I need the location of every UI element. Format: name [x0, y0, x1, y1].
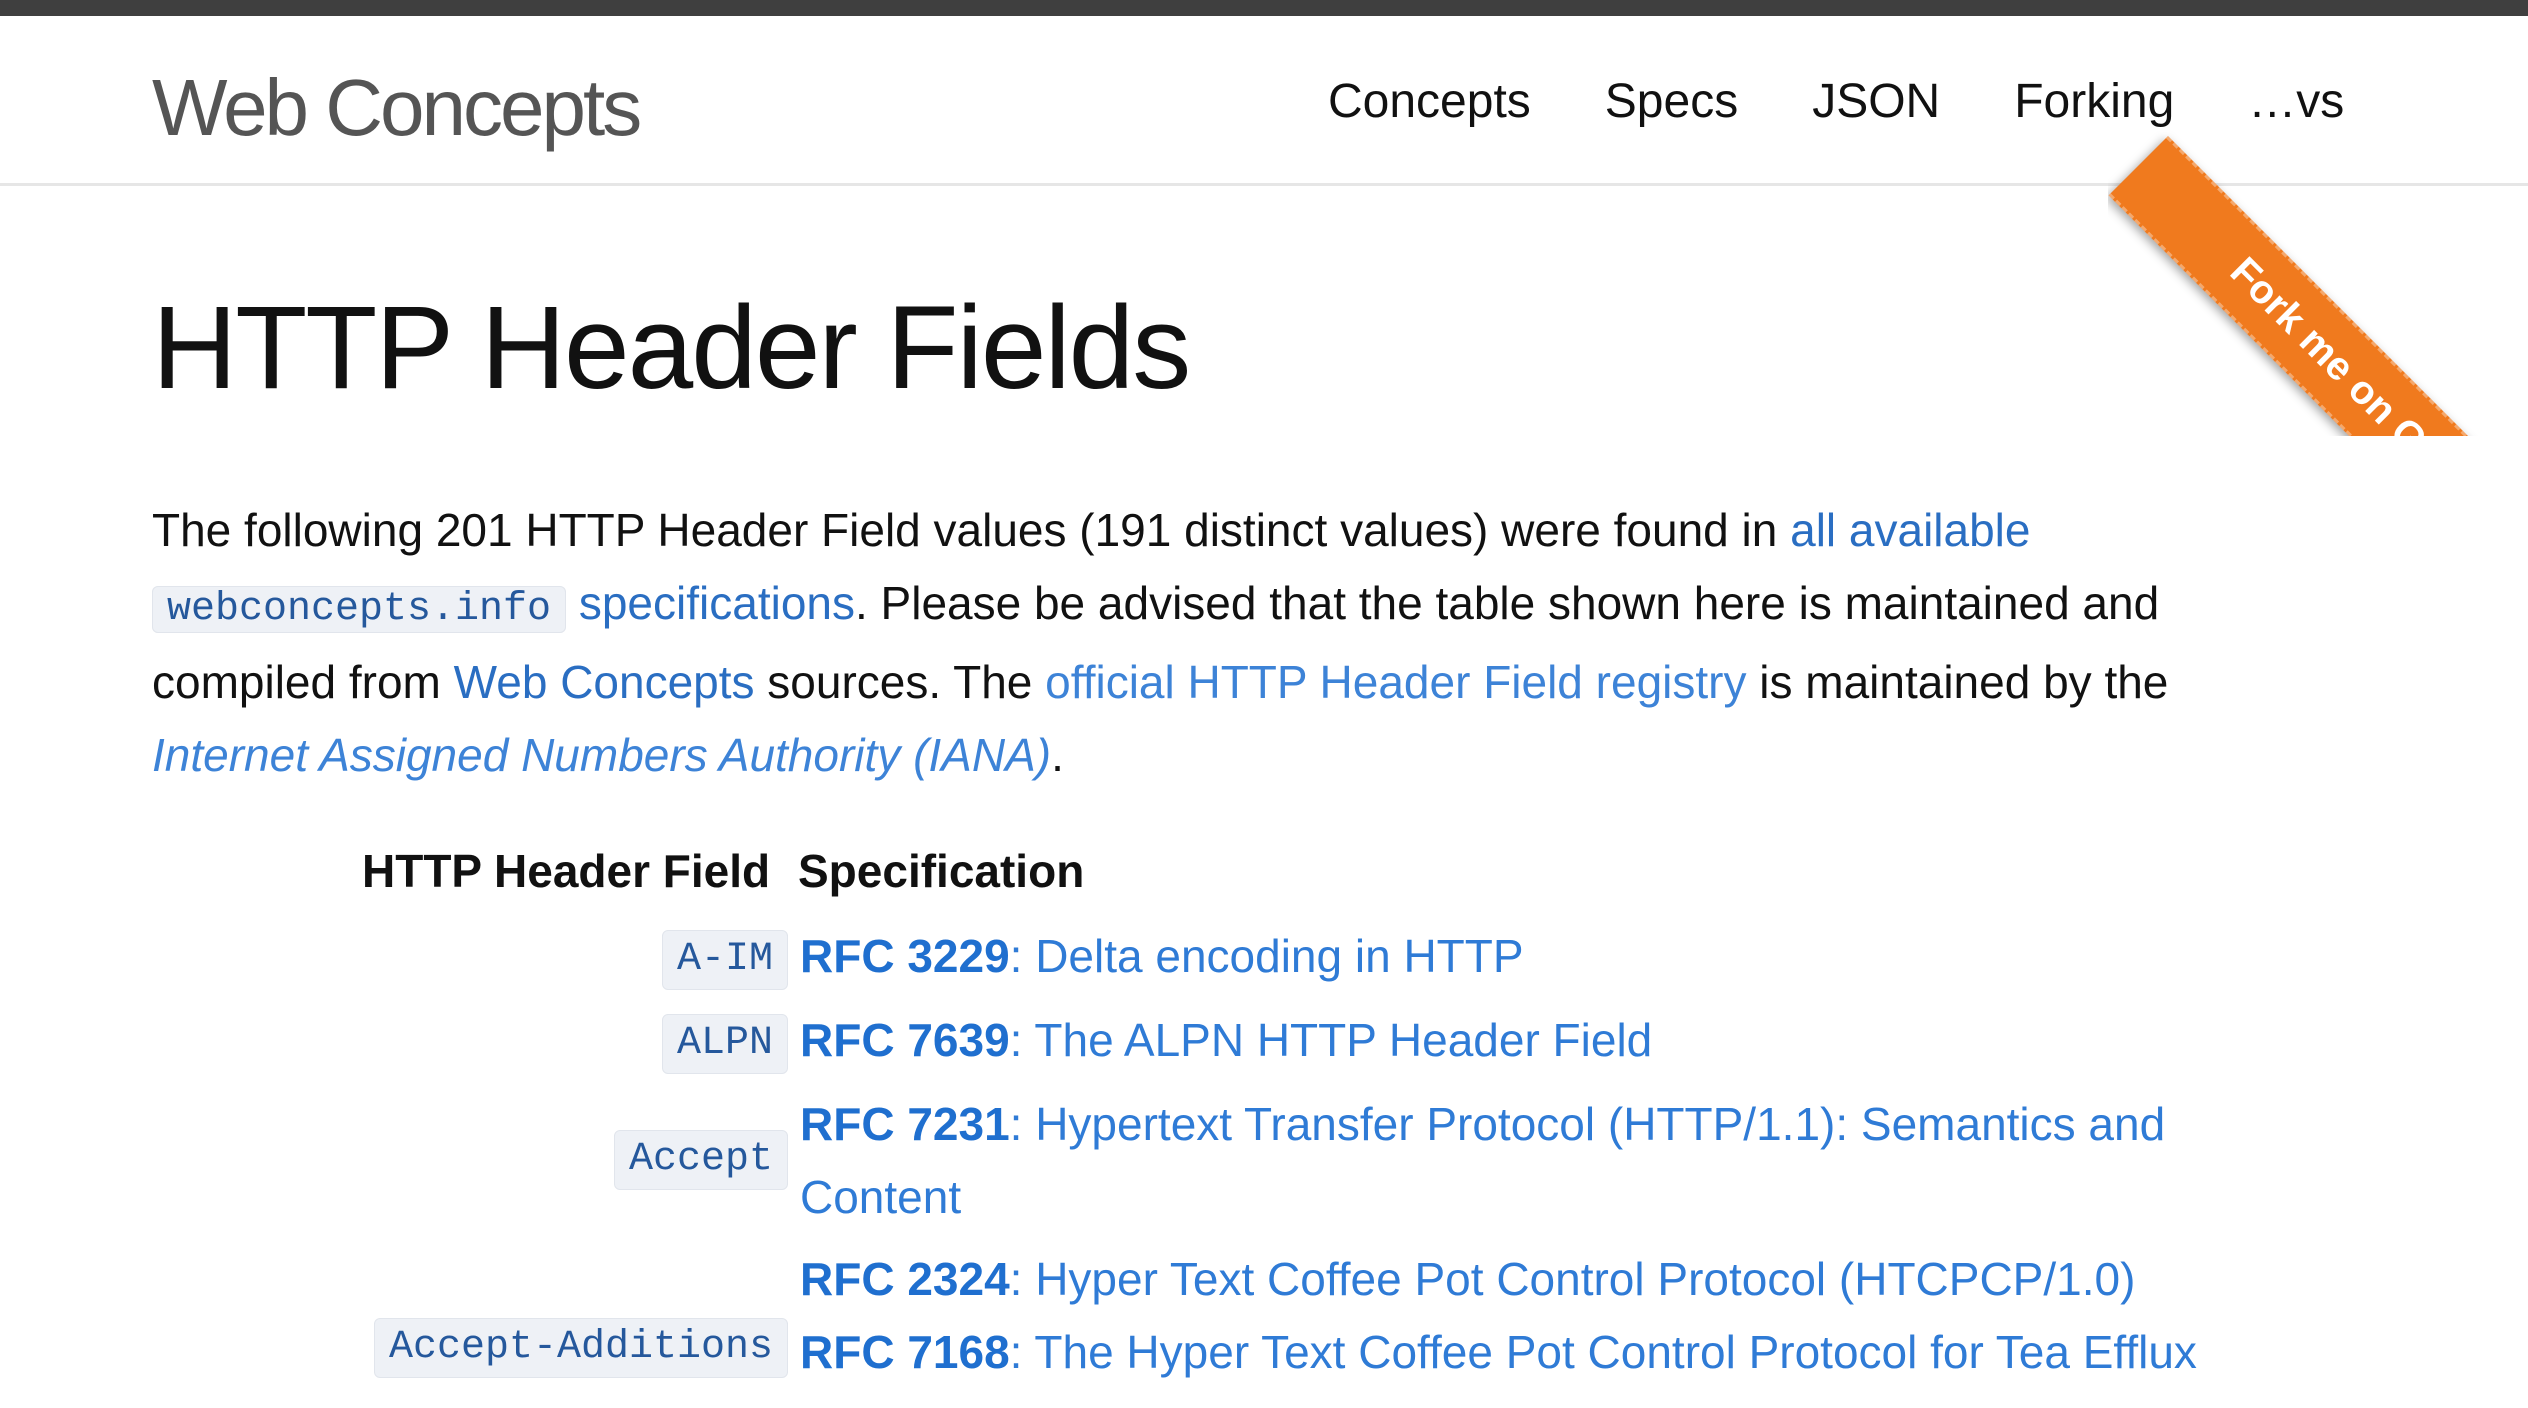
- nav-link-json[interactable]: JSON: [1812, 74, 1940, 129]
- specifications-link[interactable]: specifications: [579, 577, 855, 629]
- official-registry-link[interactable]: official HTTP Header Field registry: [1045, 656, 1746, 708]
- spec-title-continued: Content: [800, 1171, 962, 1223]
- iana-link[interactable]: Internet Assigned Numbers Authority (IAN…: [152, 729, 1051, 781]
- spec-link-rfc7639[interactable]: RFC 7639: The ALPN HTTP Header Field: [800, 1004, 1652, 1077]
- spec-rfc-number: RFC 2324: [800, 1253, 1010, 1305]
- spec-link-rfc7168[interactable]: RFC 7168: The Hyper Text Coffee Pot Cont…: [800, 1316, 2197, 1389]
- spec-link-rfc7231[interactable]: RFC 7231: Hypertext Transfer Protocol (H…: [800, 1088, 2165, 1161]
- spec-link-rfc3229[interactable]: RFC 3229: Delta encoding in HTTP: [800, 920, 1524, 993]
- column-header-specification: Specification: [798, 845, 1085, 897]
- intro-text-3: sources. The: [754, 656, 1046, 708]
- spec-rfc-number: RFC 3229: [800, 930, 1010, 982]
- intro-paragraph: The following 201 HTTP Header Field valu…: [152, 494, 2332, 792]
- field-code-a-im[interactable]: A-IM: [661, 930, 788, 990]
- field-code-accept[interactable]: Accept: [613, 1130, 788, 1190]
- field-code-accept-additions[interactable]: Accept-Additions: [373, 1318, 788, 1378]
- top-border-bar: [0, 0, 2528, 16]
- column-header-field: HTTP Header Field: [362, 845, 771, 897]
- spec-rfc-number: RFC 7168: [800, 1326, 1010, 1378]
- webconcepts-code: webconcepts.info: [152, 586, 567, 633]
- web-concepts-link[interactable]: Web Concepts: [454, 656, 755, 708]
- spec-title: : The ALPN HTTP Header Field: [1009, 1014, 1653, 1066]
- fork-me-on-github-ribbon[interactable]: Fork me on GitHub: [2108, 136, 2528, 436]
- site-brand-link[interactable]: Web Concepts: [152, 62, 642, 154]
- spec-title: : Hyper Text Coffee Pot Control Protocol…: [1009, 1253, 2136, 1305]
- nav-link-concepts[interactable]: Concepts: [1328, 74, 1531, 129]
- page-title: HTTP Header Fields: [152, 282, 1191, 414]
- nav-link-specs[interactable]: Specs: [1605, 74, 1738, 129]
- spec-link-rfc2324[interactable]: RFC 2324: Hyper Text Coffee Pot Control …: [800, 1243, 2135, 1316]
- spec-link-rfc7231-continued[interactable]: Content: [800, 1161, 961, 1234]
- spec-title: : The Hyper Text Coffee Pot Control Prot…: [1009, 1326, 2197, 1378]
- field-code-alpn[interactable]: ALPN: [661, 1014, 788, 1074]
- all-available-link[interactable]: all available: [1790, 504, 2030, 556]
- intro-text-5: .: [1051, 729, 1064, 781]
- github-ribbon-container: Fork me on GitHub: [2108, 16, 2528, 436]
- spec-rfc-number: RFC 7639: [800, 1014, 1010, 1066]
- intro-text-4: is maintained by the: [1746, 656, 2169, 708]
- intro-text-1: The following 201 HTTP Header Field valu…: [152, 504, 1791, 556]
- spec-title: : Hypertext Transfer Protocol (HTTP/1.1)…: [1009, 1098, 2166, 1150]
- spec-rfc-number: RFC 7231: [800, 1098, 1010, 1150]
- spec-title: : Delta encoding in HTTP: [1009, 930, 1524, 982]
